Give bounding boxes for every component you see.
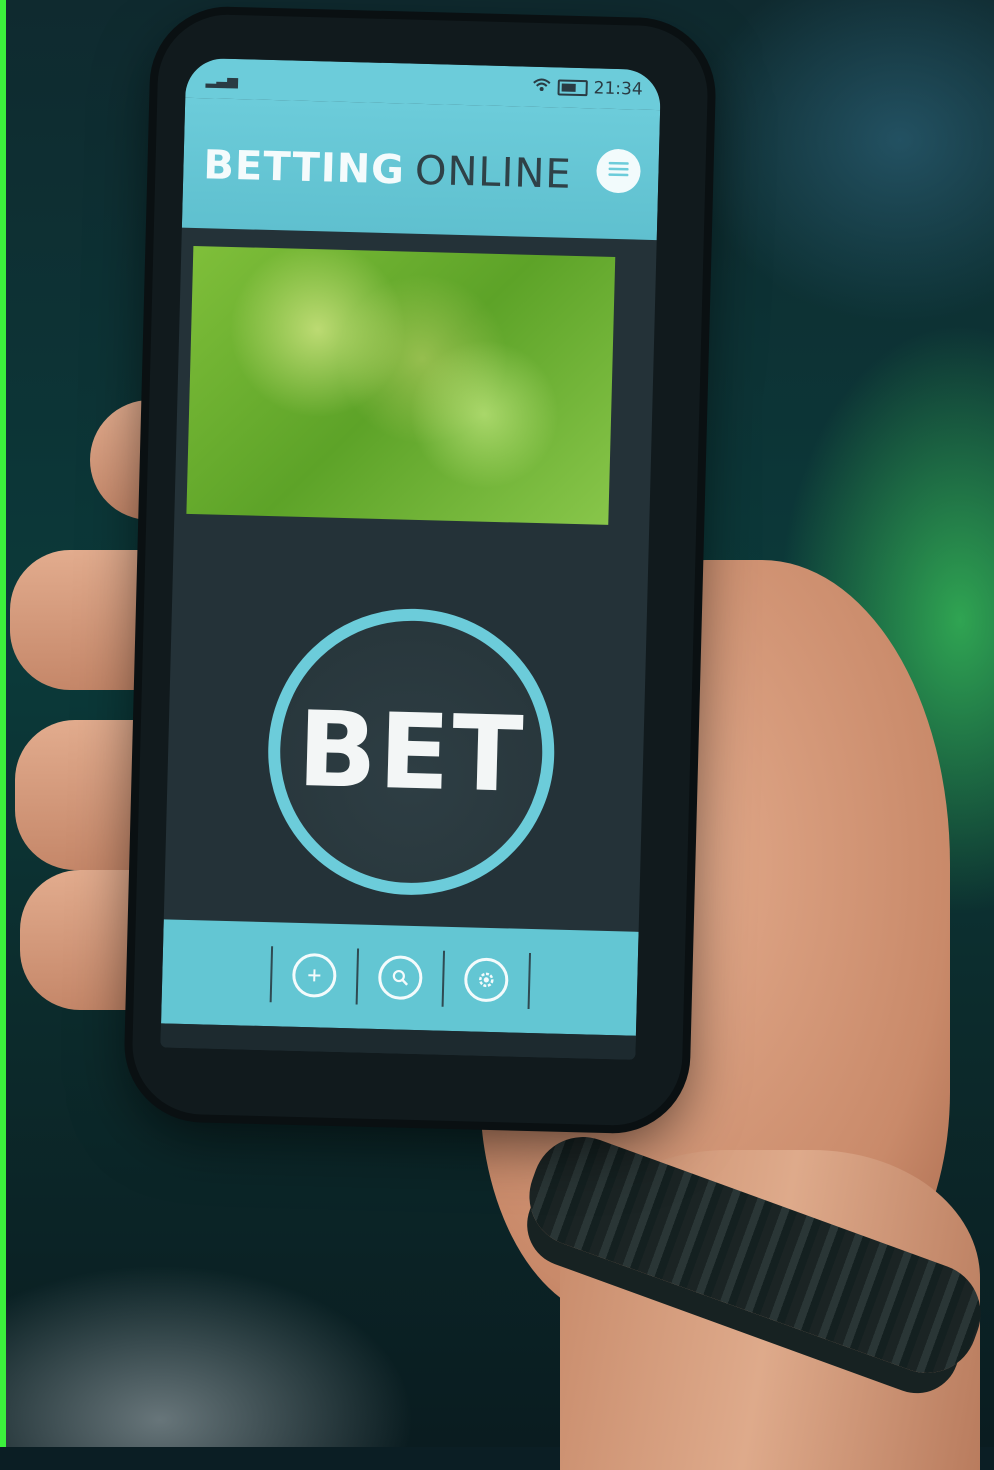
hamburger-menu-icon — [607, 161, 630, 182]
wifi-icon — [531, 77, 552, 98]
search-button[interactable] — [357, 955, 442, 1001]
menu-button[interactable] — [595, 148, 642, 194]
status-right-group: 21:34 — [531, 77, 643, 100]
bottom-nav-bar — [161, 919, 639, 1036]
app-title: BETTING ONLINE — [203, 142, 572, 198]
nav-divider — [527, 952, 531, 1010]
app-title-bold: BETTING — [202, 142, 406, 194]
search-icon — [377, 955, 423, 1001]
signal-icon: ▂▃▅ — [205, 72, 239, 90]
phone-screen: ▂▃▅ 21:34 BETTING ONLINE BET — [160, 57, 662, 1060]
bet-button[interactable]: BET — [264, 605, 558, 899]
settings-gear-icon — [463, 957, 509, 1003]
battery-icon — [557, 79, 588, 97]
plus-icon — [291, 952, 337, 998]
app-header: BETTING ONLINE — [181, 97, 661, 241]
smartphone: ▂▃▅ 21:34 BETTING ONLINE BET — [130, 12, 710, 1128]
add-button[interactable] — [271, 952, 356, 998]
status-time: 21:34 — [593, 78, 643, 100]
app-title-light: ONLINE — [414, 147, 573, 198]
bet-button-label: BET — [296, 687, 527, 816]
settings-button[interactable] — [443, 957, 528, 1003]
left-edge-strip — [0, 0, 6, 1447]
hero-banner-image[interactable] — [186, 245, 616, 525]
